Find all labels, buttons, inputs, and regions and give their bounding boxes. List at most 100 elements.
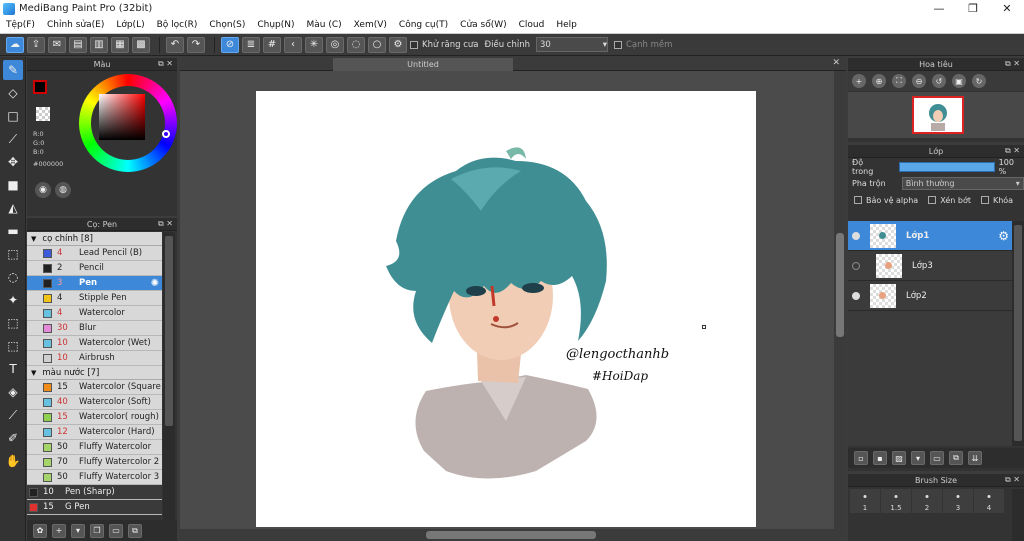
- brush-item[interactable]: 40 Watercolor (Soft): [27, 395, 162, 410]
- menu-tools[interactable]: Công cụ(T): [393, 20, 454, 30]
- panel-close-icon[interactable]: ⧉ ✕: [158, 219, 173, 229]
- lasso-tool-icon[interactable]: ◌: [3, 267, 23, 287]
- canvas-vertical-scrollbar[interactable]: [834, 71, 846, 541]
- minimize-button[interactable]: —: [922, 0, 956, 17]
- clipping-option[interactable]: Xén bớt: [928, 196, 971, 205]
- rotate-left-icon[interactable]: ↺: [932, 74, 946, 88]
- cloud-icon[interactable]: ☁: [6, 36, 24, 53]
- foreground-color-swatch[interactable]: [33, 80, 47, 94]
- gradient-tool-icon[interactable]: ▬: [3, 221, 23, 241]
- rotate-right-icon[interactable]: ↻: [972, 74, 986, 88]
- new-halftone-layer-icon[interactable]: ▨: [892, 451, 906, 465]
- layer-row-lop3[interactable]: Lớp3: [848, 251, 1012, 281]
- rectangle-tool-icon[interactable]: □: [3, 106, 23, 126]
- hand-tool-icon[interactable]: ✋: [3, 451, 23, 471]
- brush-size-option[interactable]: 2: [912, 489, 942, 513]
- new-layer-icon[interactable]: ▫: [854, 451, 868, 465]
- magic-wand-icon[interactable]: ✦: [3, 290, 23, 310]
- menu-file[interactable]: Tệp(F): [0, 20, 41, 30]
- menu-snap[interactable]: Chụp(N): [251, 20, 300, 30]
- brush-item[interactable]: 2 Pencil: [27, 261, 162, 276]
- panel-close-icon[interactable]: ⧉ ✕: [1005, 475, 1020, 485]
- circle-outline-icon[interactable]: ○: [368, 36, 386, 53]
- brush-item[interactable]: 4 Lead Pencil (B): [27, 246, 162, 261]
- palette-icon[interactable]: ◉: [35, 182, 51, 198]
- curve-snap-icon[interactable]: ◌: [347, 36, 365, 53]
- palette-add-icon[interactable]: ◍: [55, 182, 71, 198]
- parallel-snap-icon[interactable]: ≣: [242, 36, 260, 53]
- actual-size-icon[interactable]: ▣: [952, 74, 966, 88]
- folder-icon[interactable]: ▭: [930, 451, 944, 465]
- text-tool-icon[interactable]: T: [3, 359, 23, 379]
- brush-size-option[interactable]: 1.5: [881, 489, 911, 513]
- visibility-icon[interactable]: [852, 291, 860, 300]
- brush-group-header[interactable]: ▼ màu nước [7]: [27, 366, 162, 380]
- close-icon[interactable]: ✕: [832, 58, 840, 68]
- snap-off-icon[interactable]: ⊘: [221, 36, 239, 53]
- lock-option[interactable]: Khóa: [980, 196, 1013, 205]
- brush-item[interactable]: 30 Blur: [27, 321, 162, 336]
- undo-icon[interactable]: ↶: [166, 36, 184, 53]
- select-eraser-icon[interactable]: ⬚: [3, 336, 23, 356]
- brush-size-option[interactable]: 3: [943, 489, 973, 513]
- merge-layer-icon[interactable]: ⇊: [968, 451, 982, 465]
- page-list-icon[interactable]: ▦: [111, 36, 129, 53]
- zoom-out-icon[interactable]: ⊖: [912, 74, 926, 88]
- color-wheel[interactable]: [79, 74, 177, 172]
- brush-tool-icon[interactable]: ✎: [3, 60, 23, 80]
- fit-icon[interactable]: ⛶: [892, 74, 906, 88]
- blend-mode-select[interactable]: Bình thường ▾: [901, 177, 1024, 190]
- antialias-checkbox[interactable]: [410, 40, 418, 49]
- eraser-tool-icon[interactable]: ◇: [3, 83, 23, 103]
- circle-snap-icon[interactable]: ◎: [326, 36, 344, 53]
- menu-select[interactable]: Chọn(S): [203, 20, 251, 30]
- eyedropper-tool-icon[interactable]: ⟋: [3, 405, 23, 425]
- brush-size-option[interactable]: 4: [974, 489, 1004, 513]
- cross-snap-icon[interactable]: #: [263, 36, 281, 53]
- zoom-in-alt-icon[interactable]: ⊕: [872, 74, 886, 88]
- duplicate-layer-icon[interactable]: ⧉: [949, 451, 963, 465]
- brush-item[interactable]: 4 Stipple Pen: [27, 291, 162, 306]
- visibility-icon[interactable]: [852, 231, 860, 240]
- brush-item[interactable]: 10 Airbrush: [27, 351, 162, 366]
- new-brush-icon[interactable]: +: [52, 523, 66, 538]
- move-tool-icon[interactable]: ✥: [3, 152, 23, 172]
- document-icon[interactable]: ▥: [90, 36, 108, 53]
- layer-row-lop1[interactable]: Lớp1 ⚙: [848, 221, 1012, 251]
- panel-close-icon[interactable]: ⧉ ✕: [1005, 59, 1020, 69]
- saturation-value-square[interactable]: [99, 94, 145, 140]
- copy-brush-icon[interactable]: ❐: [90, 523, 104, 538]
- fill-shape-icon[interactable]: ■: [3, 175, 23, 195]
- zoom-in-icon[interactable]: +: [852, 74, 866, 88]
- background-color-swatch[interactable]: [36, 107, 50, 121]
- bucket-tool-icon[interactable]: ◭: [3, 198, 23, 218]
- dot-tool-icon[interactable]: ⟋: [3, 129, 23, 149]
- brush-item[interactable]: 70 Fluffy Watercolor 2: [27, 455, 162, 470]
- layer-list-scrollbar[interactable]: [1012, 221, 1024, 446]
- menu-layer[interactable]: Lớp(L): [110, 20, 150, 30]
- radial-snap-icon[interactable]: ✳: [305, 36, 323, 53]
- scrollbar-thumb[interactable]: [426, 531, 596, 539]
- scrollbar-thumb[interactable]: [836, 233, 844, 337]
- opacity-slider[interactable]: [898, 161, 995, 172]
- restore-button[interactable]: ❐: [956, 0, 990, 17]
- grid-icon[interactable]: ▩: [132, 36, 150, 53]
- gear-icon[interactable]: ✺: [151, 278, 159, 289]
- panel-close-icon[interactable]: ⧉ ✕: [158, 59, 173, 69]
- redo-icon[interactable]: ↷: [187, 36, 205, 53]
- brush-group-header[interactable]: ▼ cọ chính [8]: [27, 232, 162, 246]
- brush-item[interactable]: 50 Fluffy Watercolor 3: [27, 470, 162, 485]
- brush-item[interactable]: 50 Fluffy Watercolor: [27, 440, 162, 455]
- duplicate-icon[interactable]: ⧉: [128, 523, 142, 538]
- comment-icon[interactable]: ✉: [48, 36, 66, 53]
- menu-view[interactable]: Xem(V): [348, 20, 393, 30]
- menu-cloud[interactable]: Cloud: [513, 20, 551, 30]
- brush-item[interactable]: 12 Watercolor (Hard): [27, 425, 162, 440]
- vanishing-point-icon[interactable]: ‹: [284, 36, 302, 53]
- canvas-horizontal-scrollbar[interactable]: [180, 529, 834, 541]
- add-brush-icon[interactable]: ▾: [71, 523, 85, 538]
- brush-item[interactable]: 15 G Pen: [27, 500, 162, 515]
- layer-row-lop2[interactable]: Lớp2: [848, 281, 1012, 311]
- gear-icon[interactable]: ⚙: [998, 229, 1009, 243]
- hue-knob[interactable]: [162, 130, 170, 138]
